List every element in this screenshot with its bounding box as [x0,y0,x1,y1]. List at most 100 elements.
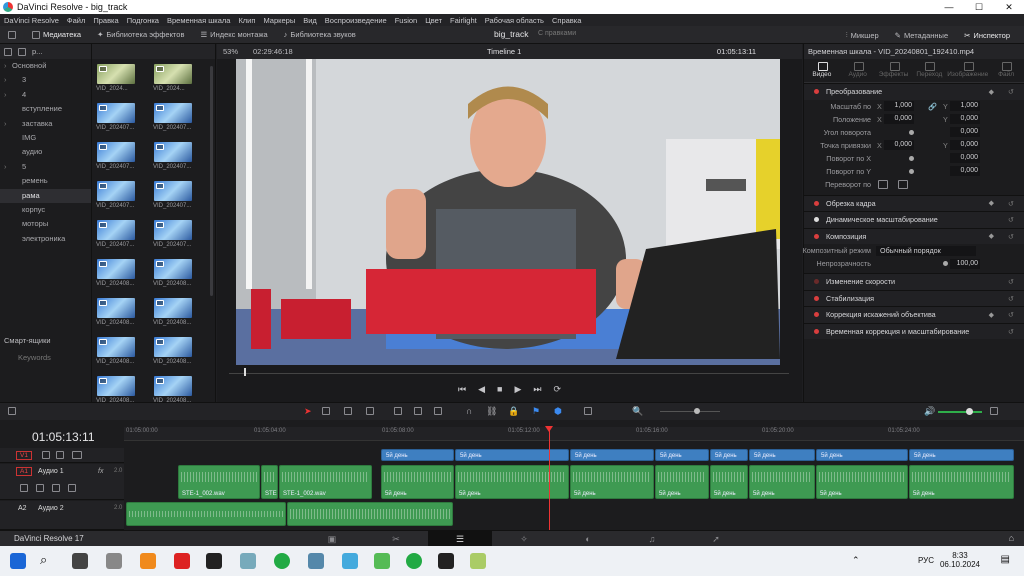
loop-icon[interactable]: ⟳ [553,384,561,395]
keyframe-icon[interactable]: ◆ [989,232,994,240]
flip-vertical-icon[interactable] [898,179,908,189]
zoom-slider[interactable] [660,411,720,412]
enable-dot-icon[interactable] [814,233,819,239]
reset-icon[interactable]: ↺ [1008,310,1014,319]
trim-tool-icon[interactable] [322,407,330,415]
go-to-start-icon[interactable]: ⏮ [458,384,466,395]
section-crop[interactable]: Обрезка кадра ◆ ↺ [804,194,1024,211]
reset-icon[interactable]: ↺ [1008,87,1014,96]
menu-help[interactable]: Справка [548,16,585,25]
enable-dot-icon[interactable] [814,89,819,95]
section-lens-correction[interactable]: Коррекция искажений объектива ◆ ↺ [804,306,1024,323]
taskbar-app-icon[interactable] [308,553,324,569]
section-composite[interactable]: Композиция ◆ ↺ [804,227,1024,244]
audio-clip[interactable] [287,502,453,526]
bin-item-audio[interactable]: аудио [0,145,91,159]
audio-clip[interactable]: STE-1_002.wav [279,465,372,499]
menu-file[interactable]: Файл [63,16,89,25]
close-button[interactable]: ✕ [994,0,1024,14]
replace-clip-icon[interactable] [434,407,442,415]
reset-icon[interactable]: ↺ [1008,199,1014,208]
menu-playback[interactable]: Воспроизведение [321,16,391,25]
clip-thumb[interactable]: VID_202408... [153,259,208,295]
audio-clip[interactable]: 5й день [381,465,454,499]
clip-thumb[interactable]: VID_202407... [96,220,151,256]
section-dynamic-zoom[interactable]: Динамическое масштабирование ↺ [804,211,1024,228]
enable-dot-icon[interactable] [814,328,819,334]
timeline-selector[interactable]: Timeline 1 [487,47,521,56]
tab-file[interactable]: Файл [988,59,1024,82]
inspector-button[interactable]: ✂ Инспектор [956,26,1018,44]
search-icon[interactable]: ⌕ [40,552,47,568]
audio-clip[interactable]: STE-1_002.wav [178,465,260,499]
menu-clip[interactable]: Клип [234,16,259,25]
zoom-x-field[interactable]: 1,000 [884,101,914,111]
reset-icon[interactable]: ↺ [1008,277,1014,286]
davinci-taskbar-icon[interactable] [438,553,454,569]
video-frame[interactable] [236,59,780,365]
bin-view-icon[interactable] [4,47,12,56]
deliver-page-icon[interactable]: ➚ [684,531,748,547]
lock-track-icon[interactable] [20,484,28,492]
insert-clip-icon[interactable] [394,407,402,415]
enable-dot-icon[interactable] [814,200,819,206]
menu-trim[interactable]: Подгонка [123,16,163,25]
video-clip[interactable]: 5й день [909,449,1014,461]
composite-mode-select[interactable]: Обычный порядок [876,245,976,256]
video-clip[interactable]: 5й день [570,449,654,461]
position-x-field[interactable]: 0,000 [884,114,914,124]
menu-workspace[interactable]: Рабочая область [481,16,548,25]
timeline-playhead[interactable] [545,426,553,530]
audio-clip[interactable] [126,502,286,526]
bin-item-belt[interactable]: ремень [0,174,91,188]
fusion-page-icon[interactable]: ✧ [492,531,556,547]
tray-chevron-icon[interactable]: ⌃ [852,555,860,566]
bin-item-3[interactable]: 3 [0,73,91,88]
viewer-zoom[interactable]: 53% [223,47,238,56]
fairlight-page-icon[interactable]: ♫ [620,531,684,547]
timeline-ruler[interactable]: 01:05:00:00 01:05:04:00 01:05:08:00 01:0… [124,427,1024,441]
menu-color[interactable]: Цвет [421,16,446,25]
audio-clip[interactable]: 5й день [570,465,654,499]
marker-icon[interactable]: ⬢ [554,406,562,417]
media-pool-button[interactable]: Медиатека [24,26,89,44]
lock-icon[interactable]: 🔒 [508,406,519,417]
menu-markers[interactable]: Маркеры [259,16,299,25]
maximize-button[interactable]: ☐ [964,0,994,14]
pitch-field[interactable]: 0,000 [950,153,980,163]
clip-thumb[interactable]: VID_202407... [153,142,208,178]
audio-clip[interactable]: STE [261,465,278,499]
opacity-field[interactable]: 100,00 [950,258,980,269]
go-to-end-icon[interactable]: ⏭ [533,384,541,395]
mute-icon[interactable] [68,484,76,492]
taskbar-app-icon[interactable] [106,553,122,569]
taskbar-app-icon[interactable] [240,553,256,569]
zoom-slider-handle[interactable] [694,408,700,414]
menu-timeline[interactable]: Временная шкала [163,16,234,25]
taskbar-app-icon[interactable] [470,553,486,569]
rotation-slider-handle[interactable] [909,129,914,135]
taskbar-app-icon[interactable] [206,553,222,569]
track-a1-badge[interactable]: A1 [16,467,32,476]
yaw-slider-handle[interactable] [909,168,914,174]
audio-clip[interactable]: 5й день [816,465,908,499]
bin-item-5[interactable]: 5 [0,160,91,175]
section-retime[interactable]: Временная коррекция и масштабирование ↺ [804,322,1024,339]
clip-thumb[interactable]: VID_202408... [153,337,208,373]
enable-dot-icon[interactable] [814,279,819,285]
audio-clip[interactable]: 5й день [710,465,748,499]
cut-page-icon[interactable]: ✂ [364,531,428,547]
auto-select-icon[interactable] [36,484,44,492]
keyframe-icon[interactable]: ◆ [989,199,994,207]
tab-image[interactable]: Изображение [947,59,988,82]
play-icon[interactable]: ▶ [514,384,521,395]
smart-bin-keywords[interactable]: Keywords [0,348,92,368]
taskbar-app-icon[interactable] [174,553,190,569]
start-icon[interactable] [10,553,26,569]
tab-video[interactable]: Видео [804,59,840,82]
blade-tool-icon[interactable] [366,407,374,415]
timeline-view-icon[interactable] [8,407,16,415]
solo-icon[interactable] [52,484,60,492]
auto-select-icon[interactable] [56,451,64,459]
bin-item-splash[interactable]: заставка [0,117,91,132]
